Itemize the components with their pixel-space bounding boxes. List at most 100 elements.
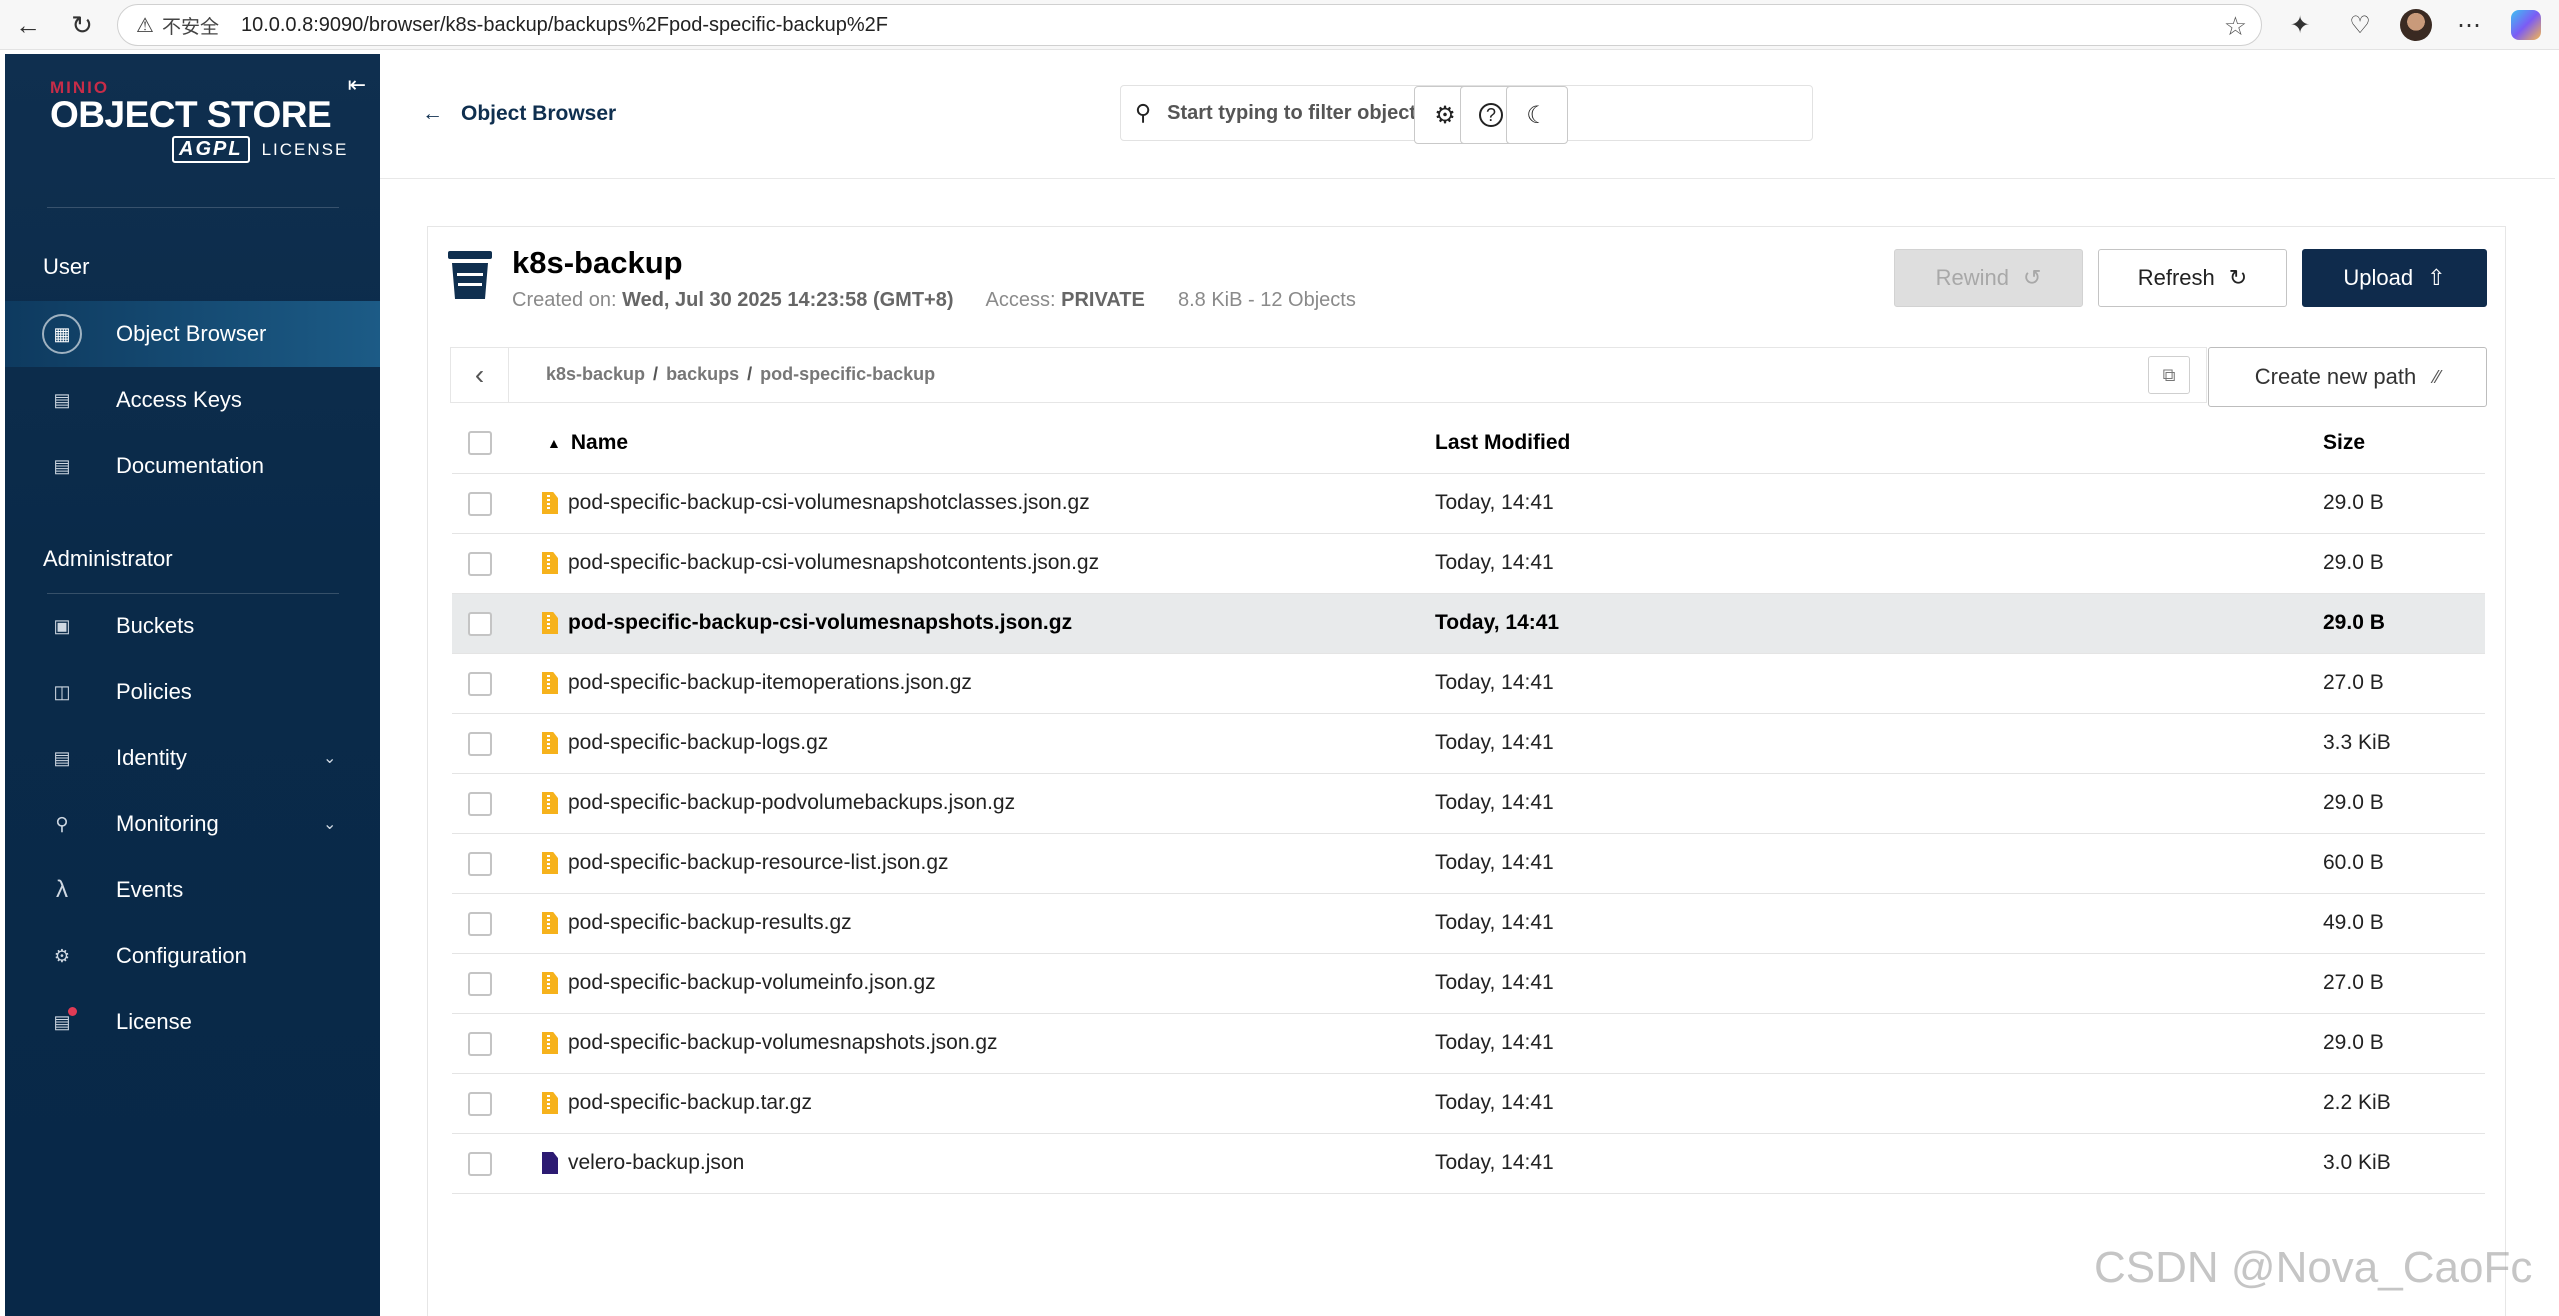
sidebar-divider <box>47 207 339 208</box>
sort-ascending-icon: ▲ <box>547 435 561 451</box>
address-bar[interactable]: ⚠ 不安全 10.0.0.8:9090/browser/k8s-backup/b… <box>117 4 2262 46</box>
watermark: CSDN @Nova_CaoFc <box>2094 1243 2533 1292</box>
help-circle-icon: ? <box>1479 103 1503 127</box>
refresh-button[interactable]: Refresh ↻ <box>2098 249 2287 307</box>
table-row[interactable]: pod-specific-backup.tar.gz Today, 14:41 2.… <box>452 1074 2485 1134</box>
sidebar-item-documentation[interactable]: ▤ Documentation <box>5 433 380 499</box>
arrow-left-icon: ← <box>422 102 443 125</box>
created-label: Created on: <box>512 289 617 311</box>
notification-dot <box>68 1007 77 1016</box>
object-size: 2.2 KiB <box>2323 1091 2391 1114</box>
back-to-object-browser[interactable]: ← Object Browser <box>422 102 616 126</box>
table-row[interactable]: pod-specific-backup-podvolumebackups.jso… <box>452 774 2485 834</box>
sidebar-item-buckets[interactable]: ▣ Buckets <box>5 593 380 659</box>
upload-label: Upload <box>2343 265 2414 290</box>
sidebar-item-events[interactable]: λ Events <box>5 857 380 923</box>
bookmark-star-icon[interactable]: ☆ <box>2224 11 2247 42</box>
table-row[interactable]: pod-specific-backup-itemoperations.json.… <box>452 654 2485 714</box>
select-all-checkbox[interactable] <box>468 431 492 455</box>
column-modified-header[interactable]: Last Modified <box>1435 431 1570 455</box>
table-row[interactable]: pod-specific-backup-results.gz Today, 14:… <box>452 894 2485 954</box>
sidebar-item-object-browser[interactable]: ▦ Object Browser <box>5 301 380 367</box>
object-name-cell: pod-specific-backup-logs.gz <box>542 731 828 755</box>
zip-file-icon <box>542 552 558 574</box>
copy-path-button[interactable]: ⧉ <box>2148 356 2190 394</box>
license-icon: ▤ <box>50 1007 77 1034</box>
row-checkbox[interactable] <box>468 1032 492 1056</box>
bucket-panel: k8s-backup Created on: Wed, Jul 30 2025 … <box>427 226 2506 1316</box>
sidebar-item-configuration[interactable]: ⚙ Configuration <box>5 923 380 989</box>
sidebar-item-identity[interactable]: ▤ Identity ⌄ <box>5 725 380 791</box>
row-checkbox[interactable] <box>468 1152 492 1176</box>
minio-logo[interactable]: MINIO OBJECT STORE AGPL LICENSE <box>50 78 348 163</box>
created-value: Wed, Jul 30 2025 14:23:58 (GMT+8) <box>622 289 954 311</box>
row-checkbox[interactable] <box>468 1092 492 1116</box>
breadcrumb-separator: / <box>747 364 753 384</box>
sidebar-item-access-keys[interactable]: ▤ Access Keys <box>5 367 380 433</box>
table-row[interactable]: pod-specific-backup-csi-volumesnapshotco… <box>452 534 2485 594</box>
objects-table: ▲ Name Last Modified Size pod-specific-b… <box>452 413 2485 1194</box>
row-checkbox[interactable] <box>468 852 492 876</box>
logo-license-text: LICENSE <box>261 139 349 159</box>
sidebar-item-license[interactable]: ▤ License <box>5 989 380 1055</box>
breadcrumb-item[interactable]: k8s-backup <box>546 364 645 384</box>
extensions-icon[interactable]: ✦ <box>2283 8 2317 42</box>
row-checkbox[interactable] <box>468 792 492 816</box>
row-checkbox[interactable] <box>468 732 492 756</box>
object-modified: Today, 14:41 <box>1435 551 1554 574</box>
object-size: 27.0 B <box>2323 671 2384 694</box>
sidebar-item-monitoring[interactable]: ⚲ Monitoring ⌄ <box>5 791 380 857</box>
column-name-header[interactable]: ▲ Name <box>547 431 628 455</box>
breadcrumb-item[interactable]: pod-specific-backup <box>760 364 935 384</box>
url-text: 10.0.0.8:9090/browser/k8s-backup/backups… <box>240 13 888 36</box>
bucket-usage: 8.8 KiB - 12 Objects <box>1177 289 1356 311</box>
copy-icon: ⧉ <box>2162 364 2176 385</box>
row-checkbox[interactable] <box>468 552 492 576</box>
chevron-down-icon[interactable]: ⌄ <box>323 814 336 834</box>
table-row[interactable]: pod-specific-backup-volumesnapshots.json… <box>452 1014 2485 1074</box>
object-size: 29.0 B <box>2323 611 2385 634</box>
dark-mode-button[interactable]: ☾ <box>1506 86 1568 144</box>
table-row[interactable]: pod-specific-backup-csi-volumesnapshotcl… <box>452 474 2485 534</box>
sidebar-item-policies[interactable]: ◫ Policies <box>5 659 380 725</box>
browser-essentials-icon[interactable]: ♡ <box>2343 8 2377 42</box>
upload-button[interactable]: Upload ⇧ <box>2302 249 2487 307</box>
table-row[interactable]: pod-specific-backup-logs.gz Today, 14:41 3… <box>452 714 2485 774</box>
gear-icon: ⚙ <box>53 945 71 966</box>
table-row[interactable]: velero-backup.json Today, 14:41 3.0 KiB <box>452 1134 2485 1194</box>
row-checkbox[interactable] <box>468 672 492 696</box>
more-menu-icon[interactable]: ⋯ <box>2452 8 2486 42</box>
object-size: 29.0 B <box>2323 491 2384 514</box>
table-row[interactable]: pod-specific-backup-volumeinfo.json.gz To… <box>452 954 2485 1014</box>
chevron-down-icon[interactable]: ⌄ <box>323 748 336 768</box>
table-row[interactable]: pod-specific-backup-resource-list.json.g… <box>452 834 2485 894</box>
breadcrumb-item[interactable]: backups <box>666 364 739 384</box>
back-arrow-icon[interactable]: ← <box>14 10 42 40</box>
row-checkbox[interactable] <box>468 912 492 936</box>
object-browser-icon: ▦ <box>42 314 82 354</box>
create-new-path-button[interactable]: Create new path ⁄⁄ <box>2208 347 2487 407</box>
sidebar-item-label: Events <box>116 877 184 902</box>
row-checkbox[interactable] <box>468 972 492 996</box>
bucket-name: k8s-backup <box>512 245 683 280</box>
collapse-sidebar-icon[interactable]: ⇤ <box>348 72 366 98</box>
path-back-button[interactable]: ‹ <box>451 348 509 402</box>
object-name: pod-specific-backup-volumesnapshots.json… <box>568 1031 998 1054</box>
security-indicator[interactable]: ⚠ 不安全 <box>136 12 219 39</box>
zip-file-icon <box>542 792 558 814</box>
table-row[interactable]: pod-specific-backup-csi-volumesnapshots.… <box>452 594 2485 654</box>
reload-icon[interactable]: ↻ <box>68 10 96 40</box>
object-size: 29.0 B <box>2323 1031 2384 1054</box>
object-name-cell: pod-specific-backup-csi-volumesnapshots.… <box>542 611 1072 635</box>
rewind-button[interactable]: Rewind ↺ <box>1894 249 2083 307</box>
profile-avatar[interactable] <box>2399 8 2433 42</box>
zip-file-icon <box>542 492 558 514</box>
row-checkbox[interactable] <box>468 492 492 516</box>
object-size: 27.0 B <box>2323 971 2384 994</box>
column-size-header[interactable]: Size <box>2323 431 2365 455</box>
zip-file-icon <box>542 852 558 874</box>
copilot-icon[interactable] <box>2509 8 2543 42</box>
object-size: 49.0 B <box>2323 911 2384 934</box>
object-name-cell: pod-specific-backup-results.gz <box>542 911 852 935</box>
row-checkbox[interactable] <box>468 612 492 636</box>
